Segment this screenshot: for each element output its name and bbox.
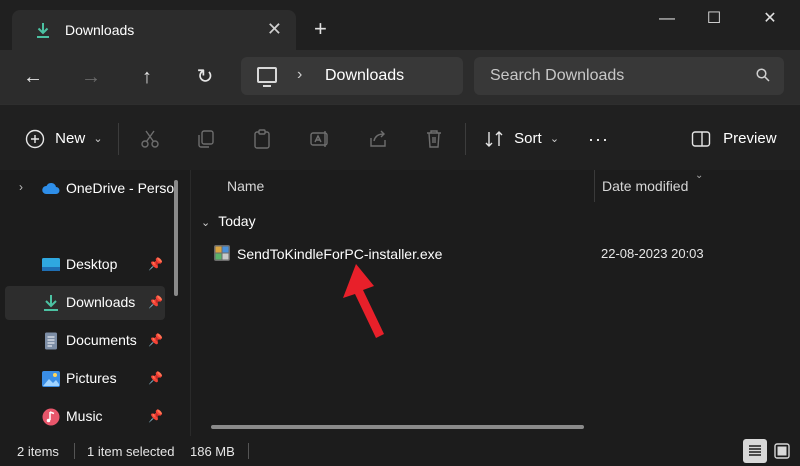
search-box[interactable]: Search Downloads bbox=[474, 57, 784, 95]
pin-icon[interactable]: 📌 bbox=[148, 371, 163, 385]
maximize-icon[interactable]: ☐ bbox=[702, 8, 726, 30]
sidebar-scrollbar[interactable] bbox=[174, 180, 178, 296]
minimize-icon[interactable]: — bbox=[655, 8, 679, 30]
sidebar-item-documents[interactable]: Documents 📌 bbox=[5, 324, 165, 358]
sort-button[interactable]: Sort ⌄ bbox=[484, 127, 559, 151]
file-date-modified: 22-08-2023 20:03 bbox=[601, 246, 704, 261]
search-input[interactable]: Search Downloads bbox=[490, 67, 624, 85]
navigation-bar: ← → ↑ ↻ › Downloads Search Downloads bbox=[0, 50, 800, 104]
new-label: New bbox=[55, 130, 86, 147]
cloud-icon bbox=[42, 182, 60, 194]
picture-icon bbox=[42, 371, 60, 387]
rename-icon[interactable] bbox=[309, 128, 331, 150]
download-icon bbox=[44, 295, 58, 311]
status-item-count: 2 items bbox=[17, 444, 59, 459]
expand-chevron-icon[interactable]: › bbox=[19, 180, 23, 194]
sidebar-item-label: Documents bbox=[66, 332, 137, 348]
tab-title: Downloads bbox=[65, 22, 135, 38]
file-list: Name ⌄ Date modified ⌄ Today SendToKindle… bbox=[190, 170, 800, 436]
preview-pane-icon bbox=[691, 131, 711, 147]
document-icon bbox=[45, 332, 57, 350]
group-label: Today bbox=[218, 213, 256, 229]
sidebar-item-music[interactable]: Music 📌 bbox=[5, 400, 165, 434]
up-icon[interactable]: ↑ bbox=[134, 64, 160, 90]
column-divider[interactable] bbox=[594, 170, 595, 202]
share-icon[interactable] bbox=[367, 128, 389, 150]
tiles-view-button[interactable] bbox=[770, 439, 794, 463]
details-view-icon bbox=[749, 445, 761, 456]
sidebar-item-label: OneDrive - Perso bbox=[66, 180, 175, 196]
more-options-icon[interactable]: ··· bbox=[588, 127, 609, 151]
paste-icon[interactable] bbox=[251, 128, 273, 150]
divider bbox=[248, 443, 249, 459]
chevron-down-icon: ⌄ bbox=[93, 133, 103, 146]
download-icon bbox=[37, 23, 49, 38]
forward-icon[interactable]: → bbox=[78, 64, 104, 90]
sort-icon bbox=[485, 131, 503, 148]
column-header-name[interactable]: Name bbox=[227, 178, 264, 194]
desktop-icon bbox=[42, 258, 60, 271]
sidebar-item-onedrive[interactable]: › OneDrive - Perso bbox=[5, 172, 174, 206]
tab-downloads[interactable]: Downloads ✕ bbox=[12, 10, 296, 50]
pin-icon[interactable]: 📌 bbox=[148, 333, 163, 347]
cut-icon[interactable] bbox=[139, 128, 161, 150]
new-button[interactable]: New ⌄ bbox=[25, 127, 103, 151]
close-window-icon[interactable]: ✕ bbox=[758, 8, 782, 30]
tiles-view-icon bbox=[774, 443, 790, 459]
divider bbox=[74, 443, 75, 459]
navigation-pane: › OneDrive - Perso Desktop 📌 Downloads 📌… bbox=[0, 170, 180, 436]
column-header-date-modified[interactable]: Date modified bbox=[602, 178, 688, 194]
sidebar-item-desktop[interactable]: Desktop 📌 bbox=[5, 248, 165, 282]
sidebar-item-label: Desktop bbox=[66, 256, 118, 272]
computer-icon[interactable] bbox=[257, 67, 277, 87]
delete-icon[interactable] bbox=[423, 128, 445, 150]
details-view-button[interactable] bbox=[743, 439, 767, 463]
title-bar: Downloads ✕ + — ☐ ✕ bbox=[0, 0, 800, 50]
sidebar-item-label: Pictures bbox=[66, 370, 117, 386]
sidebar-item-label: Music bbox=[66, 408, 103, 424]
close-tab-icon[interactable]: ✕ bbox=[267, 19, 282, 39]
status-size: 186 MB bbox=[190, 444, 235, 459]
copy-icon[interactable] bbox=[195, 128, 217, 150]
preview-button[interactable]: Preview bbox=[691, 127, 777, 151]
sidebar-item-pictures[interactable]: Pictures 📌 bbox=[5, 362, 165, 396]
back-icon[interactable]: ← bbox=[20, 64, 46, 90]
divider bbox=[118, 123, 119, 155]
preview-label: Preview bbox=[723, 130, 777, 147]
pin-icon[interactable]: 📌 bbox=[148, 295, 163, 309]
status-bar: 2 items 1 item selected 186 MB bbox=[0, 436, 800, 466]
plus-circle-icon bbox=[25, 129, 45, 149]
pin-icon[interactable]: 📌 bbox=[148, 409, 163, 423]
sidebar-item-downloads[interactable]: Downloads 📌 bbox=[5, 286, 165, 320]
new-tab-icon[interactable]: + bbox=[314, 18, 327, 40]
breadcrumb[interactable]: Downloads bbox=[325, 67, 404, 85]
search-icon[interactable] bbox=[756, 68, 770, 82]
status-selection: 1 item selected bbox=[87, 444, 175, 459]
music-icon bbox=[42, 408, 60, 426]
file-name: SendToKindleForPC-installer.exe bbox=[237, 246, 443, 262]
command-bar: New ⌄ Sort ⌄ ··· Preview bbox=[0, 104, 800, 170]
address-bar[interactable]: › Downloads bbox=[241, 57, 463, 95]
refresh-icon[interactable]: ↻ bbox=[192, 64, 218, 90]
collapse-chevron-icon[interactable]: ⌄ bbox=[201, 217, 210, 229]
group-header-today[interactable]: ⌄ Today bbox=[201, 213, 256, 229]
exe-file-icon bbox=[214, 245, 230, 261]
table-row[interactable]: SendToKindleForPC-installer.exe 22-08-20… bbox=[209, 241, 789, 269]
chevron-down-icon: ⌄ bbox=[549, 133, 560, 146]
sort-indicator-icon: ⌄ bbox=[695, 170, 704, 181]
divider bbox=[465, 123, 466, 155]
sort-label: Sort bbox=[514, 130, 542, 147]
sidebar-item-label: Downloads bbox=[66, 294, 136, 310]
horizontal-scrollbar[interactable] bbox=[211, 425, 584, 429]
breadcrumb-chevron-icon[interactable]: › bbox=[297, 66, 302, 84]
pin-icon[interactable]: 📌 bbox=[148, 257, 163, 271]
annotation-arrow-icon bbox=[343, 264, 384, 338]
